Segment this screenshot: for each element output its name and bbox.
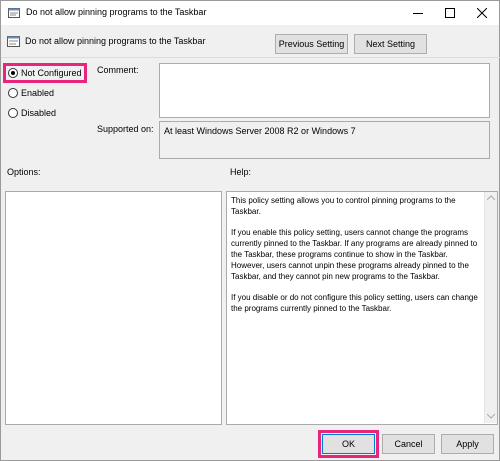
help-text: This policy setting allows you to contro… <box>231 195 483 324</box>
close-icon <box>477 8 487 18</box>
policy-name: Do not allow pinning programs to the Tas… <box>25 36 206 46</box>
maximize-icon <box>445 8 455 18</box>
help-paragraph: This policy setting allows you to contro… <box>231 196 456 216</box>
scroll-up-icon[interactable] <box>487 195 495 201</box>
minimize-icon <box>413 13 423 14</box>
policy-setting-icon <box>7 36 20 47</box>
radio-not-configured[interactable]: Not Configured <box>8 66 82 80</box>
options-label: Options: <box>7 167 41 177</box>
previous-setting-button[interactable]: Previous Setting <box>275 34 348 54</box>
radio-button-icon[interactable] <box>8 68 18 78</box>
radio-label: Not Configured <box>21 68 82 78</box>
radio-label: Disabled <box>21 108 57 118</box>
radio-button-icon[interactable] <box>8 108 18 118</box>
header-divider <box>1 57 500 58</box>
cancel-button[interactable]: Cancel <box>382 434 435 454</box>
comment-label: Comment: <box>97 65 139 75</box>
apply-button[interactable]: Apply <box>441 434 494 454</box>
radio-label: Enabled <box>21 88 55 98</box>
radio-disabled[interactable]: Disabled <box>8 106 56 120</box>
help-label: Help: <box>230 167 252 177</box>
window-title: Do not allow pinning programs to the Tas… <box>26 7 207 17</box>
supported-on-value: At least Windows Server 2008 R2 or Windo… <box>164 126 356 136</box>
comment-field[interactable] <box>159 63 490 118</box>
title-bar: Do not allow pinning programs to the Tas… <box>1 1 499 25</box>
help-scrollbar[interactable] <box>484 192 497 423</box>
minimize-button[interactable] <box>403 1 433 25</box>
next-setting-button[interactable]: Next Setting <box>354 34 427 54</box>
supported-on-label: Supported on: <box>97 124 154 134</box>
options-pane[interactable] <box>5 191 222 425</box>
ok-button[interactable]: OK <box>322 434 375 454</box>
maximize-button[interactable] <box>435 1 465 25</box>
radio-enabled[interactable]: Enabled <box>8 86 54 100</box>
policy-dialog: Do not allow pinning programs to the Tas… <box>0 0 500 461</box>
radio-button-icon[interactable] <box>8 88 18 98</box>
scroll-down-icon[interactable] <box>487 413 495 419</box>
help-paragraph: If you disable or do not configure this … <box>231 293 478 313</box>
supported-on-field[interactable]: At least Windows Server 2008 R2 or Windo… <box>159 121 490 159</box>
close-button[interactable] <box>467 1 497 25</box>
help-paragraph: If you enable this policy setting, users… <box>231 228 478 281</box>
policy-icon <box>8 8 20 18</box>
